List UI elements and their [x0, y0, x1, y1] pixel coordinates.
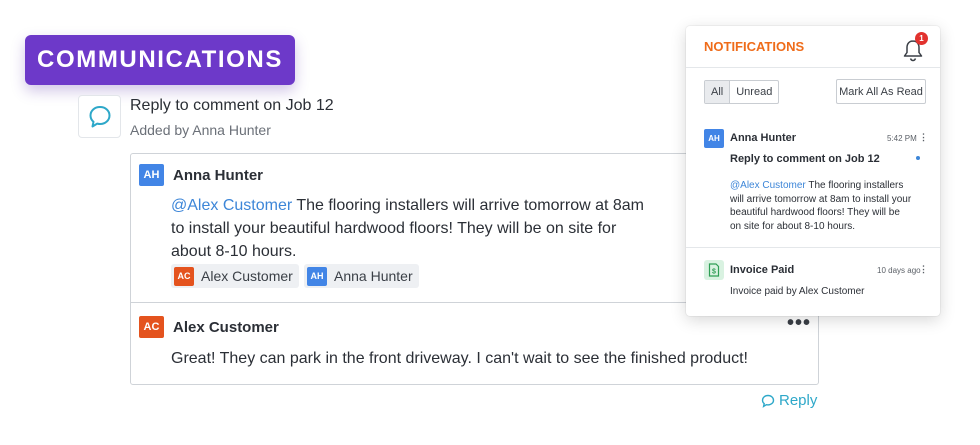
notifications-title: NOTIFICATIONS [704, 39, 805, 54]
notification-body: Invoice paid by Alex Customer [730, 286, 865, 297]
recipient-name: Alex Customer [201, 268, 293, 284]
avatar: AH [139, 164, 164, 186]
mark-all-read-button[interactable]: Mark All As Read [836, 79, 926, 104]
notification-time: 5:42 PM [887, 134, 917, 143]
message-author: Anna Hunter [173, 167, 263, 184]
notification-menu-icon[interactable]: ⋮ [919, 132, 928, 143]
reply-button[interactable]: Reply [761, 392, 817, 409]
comment-added-by: Added by Anna Hunter [130, 122, 271, 138]
notification-subject[interactable]: Reply to comment on Job 12 [730, 153, 880, 165]
notification-count-badge: 1 [915, 32, 928, 45]
notification-time: 10 days ago [877, 266, 921, 275]
mention-link[interactable]: @Alex Customer [730, 180, 806, 191]
avatar: AC [174, 266, 194, 286]
unread-indicator [916, 156, 920, 160]
recipient-chip[interactable]: AC Alex Customer [171, 264, 299, 288]
communications-banner: COMMUNICATIONS [25, 35, 295, 85]
chat-bubble-icon [78, 95, 121, 138]
filter-unread-button[interactable]: Unread [730, 81, 778, 103]
divider [686, 67, 940, 68]
banner-label: COMMUNICATIONS [37, 46, 283, 73]
message-body: Great! They can park in the front drivew… [171, 350, 748, 367]
recipient-chip[interactable]: AH Anna Hunter [304, 264, 419, 288]
avatar: AC [139, 316, 164, 338]
avatar: AH [704, 129, 724, 148]
filter-all-button[interactable]: All [705, 81, 731, 103]
notification-title[interactable]: Invoice Paid [730, 264, 794, 276]
notifications-panel: NOTIFICATIONS 1 All Unread Mark All As R… [686, 26, 940, 316]
message-body: @Alex Customer The flooring installers w… [171, 197, 644, 260]
reply-label: Reply [779, 392, 818, 409]
divider [686, 247, 940, 248]
notification-body: @Alex Customer The flooring installers w… [730, 180, 912, 232]
notification-menu-icon[interactable]: ⋮ [919, 264, 928, 275]
comment-title: Reply to comment on Job 12 [130, 97, 334, 114]
avatar: AH [307, 266, 327, 286]
recipient-name: Anna Hunter [334, 268, 413, 284]
invoice-dollar-icon: $ [704, 260, 724, 280]
reply-bubble-icon [761, 394, 775, 408]
svg-text:$: $ [712, 269, 716, 276]
mention-link[interactable]: @Alex Customer [171, 197, 292, 214]
notification-sender: Anna Hunter [730, 132, 796, 144]
message-author: Alex Customer [173, 319, 279, 336]
filter-toggle: All Unread [704, 80, 780, 104]
